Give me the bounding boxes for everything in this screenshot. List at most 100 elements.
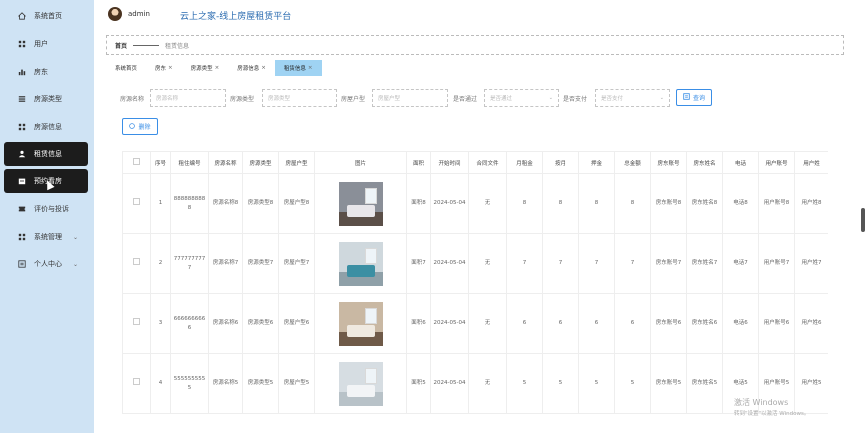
username[interactable]: admin bbox=[128, 10, 150, 18]
table-cell: 房源名称6 bbox=[208, 293, 243, 354]
filter-select[interactable]: 是否支付 ⌄ bbox=[595, 89, 670, 107]
column-header: 租住编号 bbox=[170, 151, 209, 174]
sidebar-item-label: 房源类型 bbox=[34, 95, 62, 103]
table-cell: 电话7 bbox=[722, 233, 759, 294]
filter-label: 房源类型 bbox=[230, 96, 255, 103]
tab-label: 房源类型 bbox=[190, 66, 213, 72]
table-cell: 房东姓名6 bbox=[686, 293, 723, 354]
sidebar-item-4[interactable]: 房源信息 bbox=[4, 115, 88, 139]
sidebar-item-5[interactable]: 租赁信息 bbox=[4, 142, 88, 166]
delete-button[interactable]: 删除 bbox=[122, 118, 158, 135]
sidebar-item-label: 个人中心 bbox=[34, 260, 62, 268]
close-icon[interactable]: × bbox=[215, 65, 220, 71]
table-cell: 房东姓名7 bbox=[686, 233, 723, 294]
close-icon[interactable]: × bbox=[261, 65, 266, 71]
sidebar-item-7[interactable]: 评价与投诉 bbox=[4, 197, 88, 221]
tab-label: 房东 bbox=[155, 66, 167, 72]
row-checkbox-cell[interactable] bbox=[122, 233, 151, 294]
column-header: 用户账号 bbox=[758, 151, 795, 174]
table-cell: 7777777777 bbox=[170, 233, 209, 294]
close-icon[interactable]: × bbox=[308, 65, 313, 71]
column-header: 房东账号 bbox=[650, 151, 687, 174]
table-cell: 房源类型7 bbox=[242, 233, 279, 294]
table-cell: 房东账号8 bbox=[650, 173, 687, 234]
sidebar-item-3[interactable]: 房源类型 bbox=[4, 87, 88, 111]
filter-label: 房屋户型 bbox=[341, 96, 366, 103]
row-checkbox-cell[interactable] bbox=[122, 353, 151, 414]
table-row[interactable]: 4 5555555555 房源名称5 房源类型5 房屋户型5 面积5 2024-05-04 无… bbox=[122, 353, 828, 414]
table-row[interactable]: 1 8888888888 房源名称8 房源类型8 房屋户型8 面积8 2024-05-04 无… bbox=[122, 173, 828, 234]
table-cell: 房东账号6 bbox=[650, 293, 687, 354]
tab-2[interactable]: 房源类型 × bbox=[182, 60, 229, 76]
table-cell: 无 bbox=[468, 293, 507, 354]
room-photo[interactable] bbox=[338, 181, 383, 226]
sidebar-item-2[interactable]: 房东 bbox=[4, 60, 88, 84]
table-row[interactable]: 2 7777777777 房源名称7 房源类型7 房屋户型7 面积7 2024-05-04 无… bbox=[122, 233, 828, 294]
filter-input[interactable]: 房屋户型 bbox=[372, 89, 448, 107]
filter-label: 是否支付 bbox=[563, 96, 588, 103]
tab-label: 系统首页 bbox=[115, 66, 138, 72]
tab-0[interactable]: 系统首页 bbox=[106, 60, 146, 76]
row-checkbox-cell[interactable] bbox=[122, 173, 151, 234]
table-cell: 5 bbox=[578, 353, 615, 414]
table-cell: 房源名称5 bbox=[208, 353, 243, 414]
close-icon[interactable]: × bbox=[168, 65, 173, 71]
delete-label: 删除 bbox=[138, 124, 151, 131]
table-cell: 房东姓名8 bbox=[686, 173, 723, 234]
checkbox[interactable] bbox=[133, 198, 140, 205]
table-cell: 2024-05-04 bbox=[430, 353, 469, 414]
table-cell: 用户姓5 bbox=[794, 353, 828, 414]
row-checkbox-cell[interactable] bbox=[122, 293, 151, 354]
room-photo[interactable] bbox=[338, 361, 383, 406]
table-header: 序号 租住编号 房源名称 房源类型 房屋户型 图片 面积 开始时间 合同文件 月租金 按月 押金 总金额… bbox=[122, 151, 828, 174]
page-scrollbar[interactable] bbox=[861, 208, 865, 232]
column-header: 用户姓 bbox=[794, 151, 828, 174]
sidebar-item-label: 用户 bbox=[34, 40, 48, 48]
query-button[interactable]: 查询 bbox=[676, 89, 712, 106]
filter-input[interactable]: 房源名称 bbox=[150, 89, 226, 107]
column-header: 图片 bbox=[314, 151, 407, 174]
sidebar-item-0[interactable]: 系统首页 bbox=[4, 4, 88, 28]
tab-1[interactable]: 房东 × bbox=[146, 60, 182, 76]
avatar[interactable] bbox=[108, 7, 122, 21]
filter-label: 房源名称 bbox=[120, 96, 145, 103]
column-header: 房东姓名 bbox=[686, 151, 723, 174]
table-cell: 7 bbox=[542, 233, 579, 294]
column-header: 房源名称 bbox=[208, 151, 243, 174]
table-cell: 8 bbox=[578, 173, 615, 234]
sidebar-item-label: 系统管理 bbox=[34, 233, 62, 241]
table-cell: 7 bbox=[614, 233, 651, 294]
filter-input[interactable]: 房源类型 bbox=[262, 89, 337, 107]
filter-placeholder: 房屋户型 bbox=[378, 96, 401, 102]
sidebar-item-9[interactable]: 个人中心 ⌄ bbox=[4, 252, 88, 276]
filter-select[interactable]: 是否通过 ⌄ bbox=[484, 89, 559, 107]
table-row[interactable]: 3 6666666666 房源名称6 房源类型6 房屋户型6 面积6 2024-05-04 无… bbox=[122, 293, 828, 354]
table-cell: 房屋户型5 bbox=[278, 353, 315, 414]
checkbox[interactable] bbox=[133, 378, 140, 385]
sidebar-item-label: 房源信息 bbox=[34, 123, 62, 131]
room-photo[interactable] bbox=[338, 241, 383, 286]
select-all-checkbox-cell[interactable] bbox=[122, 151, 151, 174]
tab-3[interactable]: 房源信息 × bbox=[228, 60, 275, 76]
checkbox[interactable] bbox=[133, 258, 140, 265]
table-cell: 6 bbox=[542, 293, 579, 354]
filter-label: 是否通过 bbox=[453, 96, 478, 103]
table-cell: 房源名称8 bbox=[208, 173, 243, 234]
rental-table: 序号 租住编号 房源名称 房源类型 房屋户型 图片 面积 开始时间 合同文件 月租金 按月 押金 总金额… bbox=[122, 151, 828, 433]
tab-4[interactable]: 租赁信息 × bbox=[274, 60, 322, 76]
column-header: 房屋户型 bbox=[278, 151, 315, 174]
checkbox[interactable] bbox=[133, 158, 140, 165]
table-cell: 2024-05-04 bbox=[430, 233, 469, 294]
column-header: 月租金 bbox=[506, 151, 543, 174]
sidebar-item-8[interactable]: 系统管理 ⌄ bbox=[4, 225, 88, 249]
table-cell: 用户账号7 bbox=[758, 233, 795, 294]
breadcrumb-home[interactable]: 首页 bbox=[115, 41, 127, 50]
delete-icon bbox=[129, 122, 136, 131]
table-cell: 电话6 bbox=[722, 293, 759, 354]
table-cell: 房屋户型8 bbox=[278, 173, 315, 234]
table-cell: 5 bbox=[542, 353, 579, 414]
checkbox[interactable] bbox=[133, 318, 140, 325]
sidebar-item-1[interactable]: 用户 bbox=[4, 32, 88, 56]
room-photo[interactable] bbox=[338, 301, 383, 346]
table-cell: 8 bbox=[542, 173, 579, 234]
